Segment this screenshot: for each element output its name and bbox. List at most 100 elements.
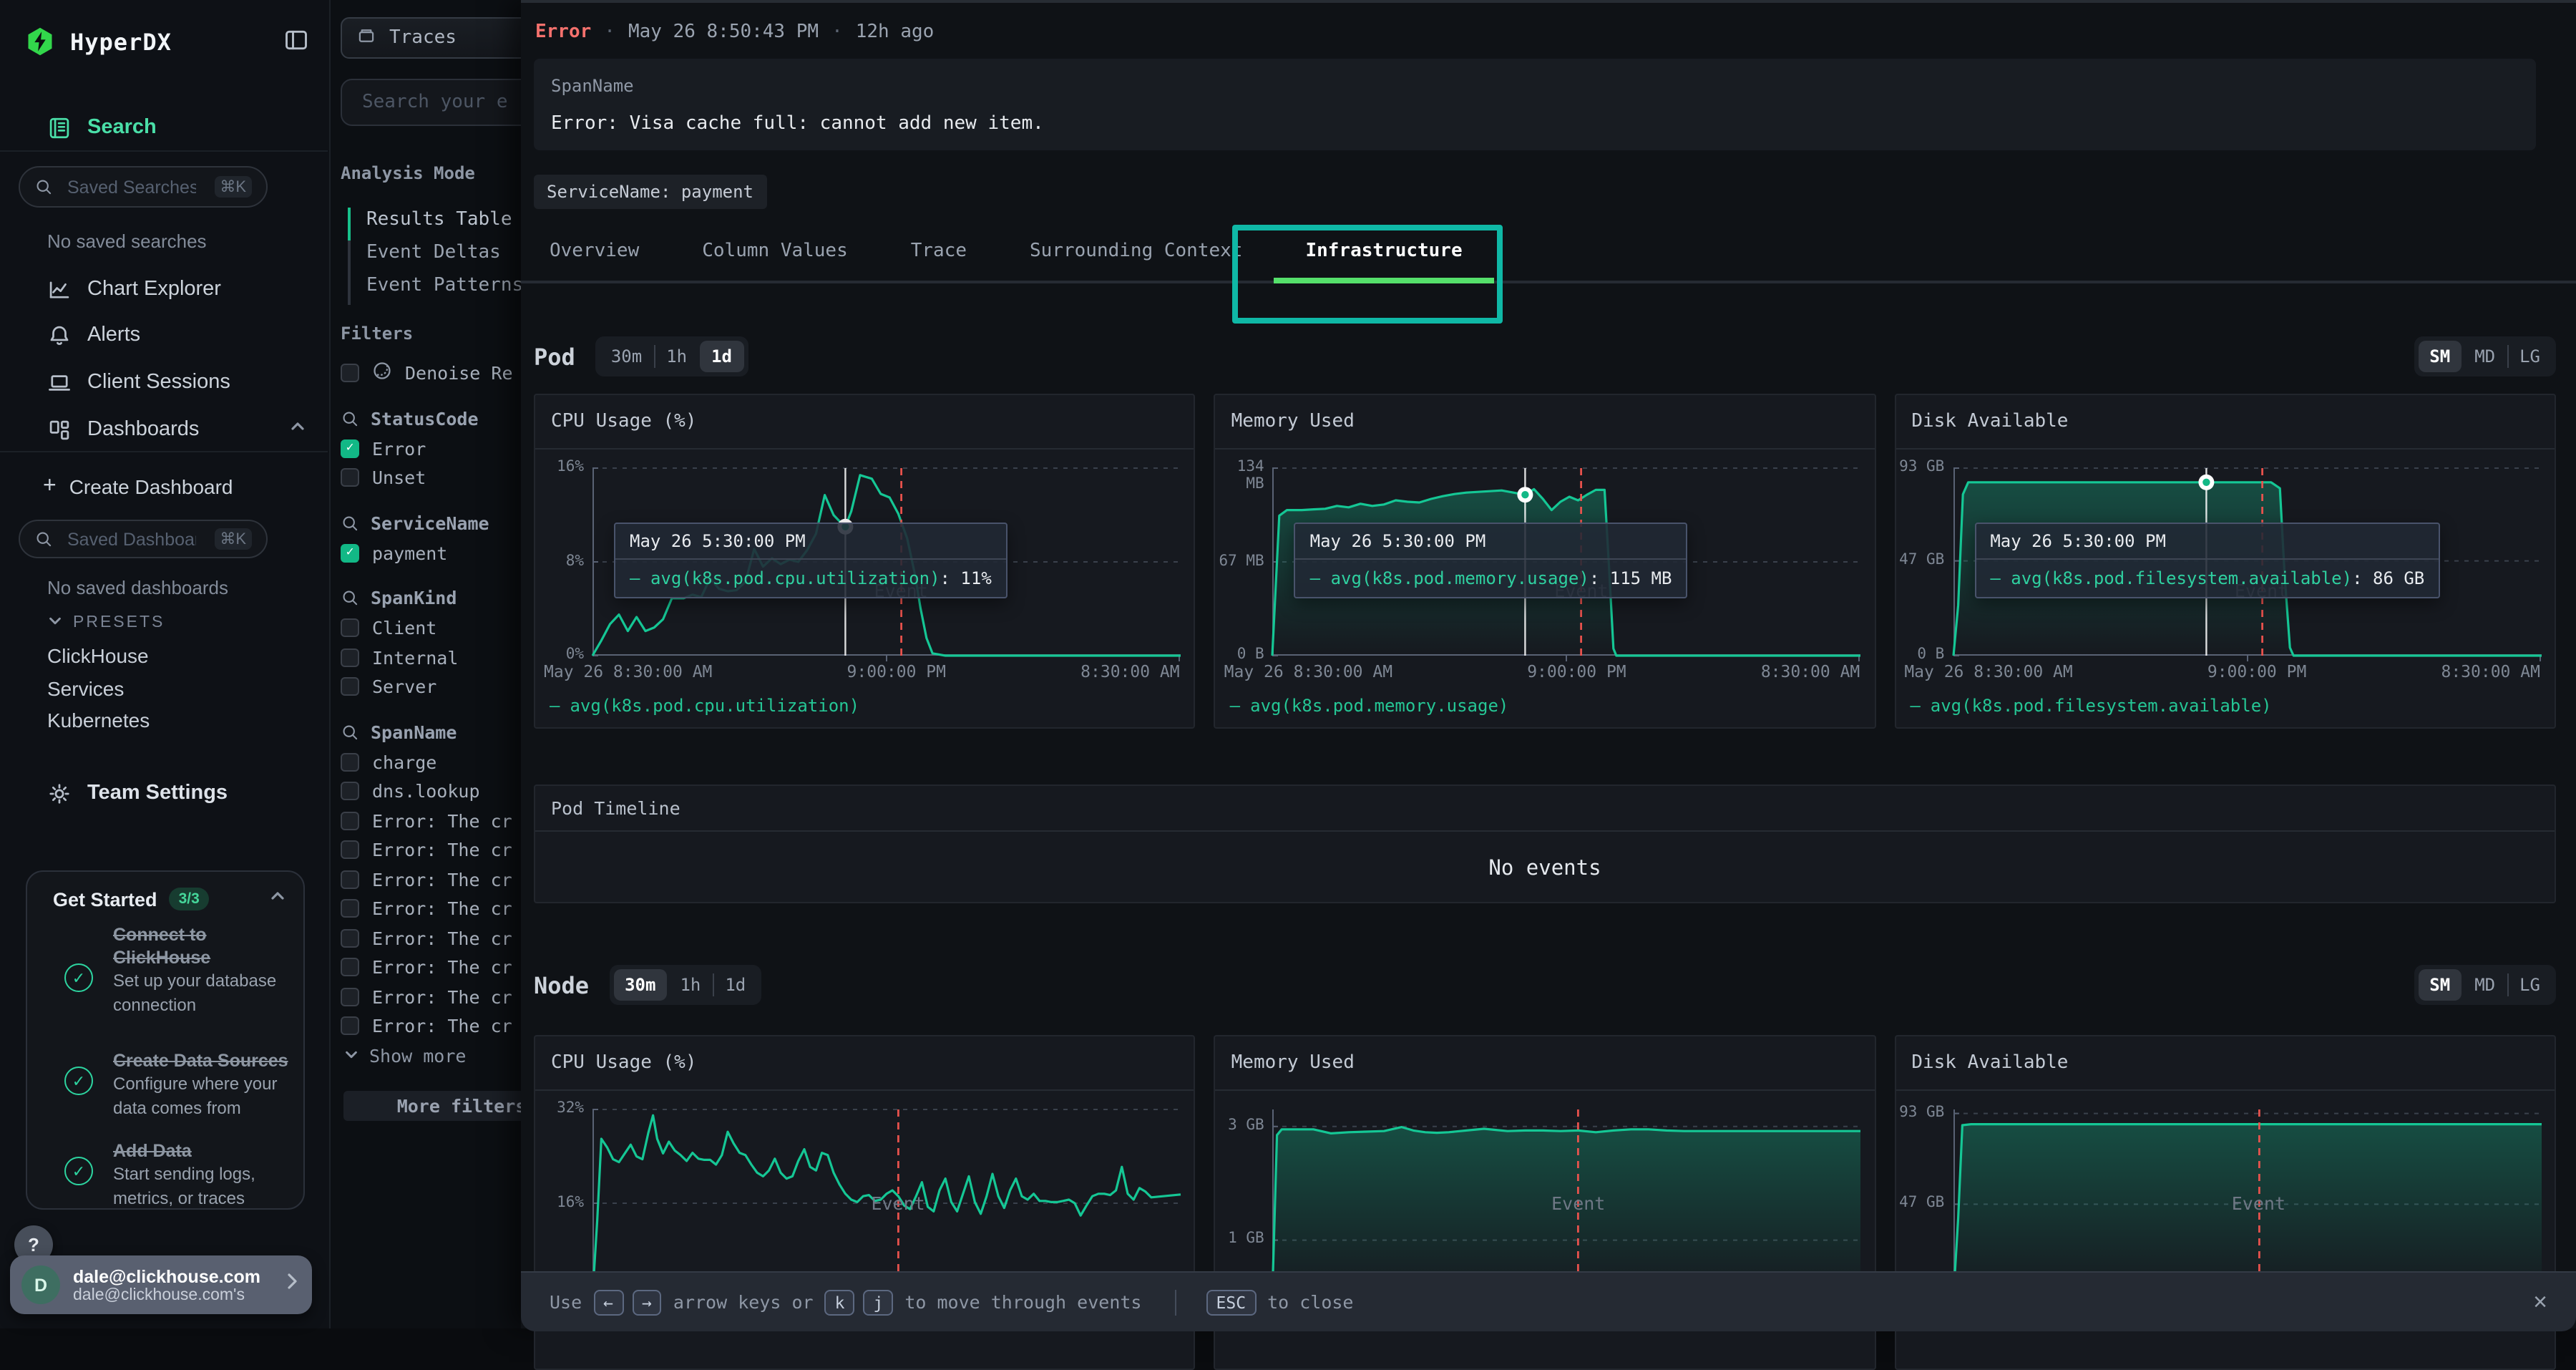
y-tick-label: 47 GB: [1896, 553, 1944, 569]
hint-close: to close: [1267, 1291, 1353, 1313]
y-axis-labels: 93 GB47 GB: [1896, 1109, 1948, 1297]
y-tick-label: 16%: [535, 460, 584, 476]
checkbox[interactable]: [341, 870, 359, 889]
filter-option-label: Error: The cr: [372, 957, 512, 978]
chart-plot[interactable]: Event May 26 5:30:00 PM — avg(k8s.pod.fi…: [1953, 468, 2541, 656]
sidebar-item-team-settings[interactable]: Team Settings: [0, 774, 329, 812]
saved-dashboards-input[interactable]: ⌘K: [19, 520, 268, 558]
tooltip-series: avg(k8s.pod.filesystem.available): [2011, 568, 2352, 588]
y-axis-labels: 16%8%0%: [535, 468, 588, 656]
service-name-chip[interactable]: ServiceName: payment: [534, 175, 766, 209]
pod-size-switch: SM MD LG: [2414, 336, 2556, 376]
y-tick-label: 32%: [535, 1101, 584, 1117]
checkbox[interactable]: [341, 841, 359, 860]
sidebar-item-dashboards[interactable]: Dashboards: [0, 411, 329, 448]
chart-plot[interactable]: Event —: [1273, 1109, 1861, 1297]
gs-item-title: Add Data: [113, 1140, 305, 1162]
y-tick-label: 3 GB: [1216, 1118, 1264, 1135]
checkbox[interactable]: [341, 678, 359, 696]
y-axis-labels: 3 GB1 GB: [1216, 1109, 1269, 1297]
user-menu[interactable]: D dale@clickhouse.com dale@clickhouse.co…: [10, 1255, 312, 1314]
filter-option-label: Error: The cr: [372, 840, 512, 861]
chart-plot[interactable]: Event May 26 5:30:00 PM — avg(k8s.pod.cp…: [592, 468, 1181, 656]
sidebar-item-chart-explorer[interactable]: Chart Explorer: [0, 271, 329, 308]
checkbox[interactable]: [341, 958, 359, 977]
preset-clickhouse[interactable]: ClickHouse: [47, 644, 149, 667]
checkbox[interactable]: [341, 469, 359, 487]
close-icon[interactable]: ×: [2533, 1288, 2547, 1316]
get-started-item[interactable]: Connect to ClickHouse Set up your databa…: [113, 923, 305, 1016]
denoise-label: Denoise Re: [405, 362, 513, 384]
saved-dashboards-field[interactable]: [64, 528, 199, 550]
mode-results-table[interactable]: Results Table: [366, 209, 512, 230]
checkbox[interactable]: ✓: [341, 544, 359, 563]
checkbox[interactable]: [341, 988, 359, 1006]
size-lg[interactable]: LG: [2508, 969, 2552, 1001]
checkbox[interactable]: [341, 929, 359, 948]
checkbox[interactable]: [341, 1017, 359, 1036]
size-sm[interactable]: SM: [2418, 969, 2462, 1001]
source-value: Traces: [389, 27, 457, 49]
chevron-down-icon: [343, 1045, 359, 1067]
user-org: dale@clickhouse.com's: [73, 1286, 260, 1303]
preset-kubernetes[interactable]: Kubernetes: [47, 709, 150, 732]
sidebar-collapse-icon[interactable]: [283, 27, 309, 60]
y-axis-labels: 32%16%: [535, 1109, 588, 1297]
chart-plot[interactable]: Event —: [592, 1109, 1181, 1297]
tab-column-values[interactable]: Column Values: [702, 240, 848, 261]
brand: HyperDX: [24, 23, 309, 60]
chart-plot[interactable]: Event —: [1953, 1109, 2541, 1297]
sidebar-item-label: Alerts: [87, 324, 140, 346]
show-more-button[interactable]: Show more: [343, 1045, 466, 1067]
sidebar-item-alerts[interactable]: Alerts: [0, 316, 329, 354]
saved-searches-field[interactable]: [64, 175, 199, 198]
get-started-item[interactable]: Add Data Start sending logs, metrics, or…: [113, 1140, 305, 1210]
tab-infrastructure[interactable]: Infrastructure: [1305, 240, 1462, 261]
range-1h[interactable]: 1h: [655, 341, 698, 372]
size-lg[interactable]: LG: [2508, 341, 2552, 372]
range-30m[interactable]: 30m: [613, 969, 667, 1001]
presets-toggle[interactable]: PRESETS: [47, 613, 165, 633]
size-md[interactable]: MD: [2463, 969, 2507, 1001]
chart-plot[interactable]: Event May 26 5:30:00 PM — avg(k8s.pod.me…: [1273, 468, 1861, 656]
range-30m[interactable]: 30m: [600, 341, 653, 372]
chevron-up-icon: [289, 418, 306, 441]
filter-option-label: Error: The cr: [372, 810, 512, 832]
preset-services[interactable]: Services: [47, 677, 124, 700]
checkbox[interactable]: [341, 648, 359, 667]
filter-option-label: Error: The cr: [372, 898, 512, 920]
chevron-up-icon[interactable]: [269, 886, 286, 912]
create-dashboard-button[interactable]: + Create Dashboard: [0, 468, 329, 505]
chart-explorer-icon: [47, 277, 72, 301]
size-sm[interactable]: SM: [2418, 341, 2462, 372]
range-1d[interactable]: 1d: [700, 341, 743, 372]
checkbox[interactable]: [341, 812, 359, 830]
event-marker-label: Event: [871, 1192, 924, 1214]
chart-title: Memory Used: [1231, 1052, 1355, 1074]
chart-title: CPU Usage (%): [551, 1052, 697, 1074]
checkbox[interactable]: [341, 900, 359, 918]
sidebar-item-search[interactable]: Search: [0, 109, 329, 146]
key-k: k: [825, 1289, 855, 1315]
size-md[interactable]: MD: [2463, 341, 2507, 372]
y-tick-label: 93 GB: [1896, 460, 1944, 476]
filter-option-label: Client: [372, 618, 436, 639]
denoise-checkbox[interactable]: [341, 364, 359, 382]
sidebar-item-client-sessions[interactable]: Client Sessions: [0, 364, 329, 401]
tab-surrounding-context[interactable]: Surrounding Context: [1030, 240, 1242, 261]
checkbox[interactable]: [341, 619, 359, 638]
checkbox[interactable]: [341, 753, 359, 772]
range-1h[interactable]: 1h: [668, 969, 712, 1001]
shortc​ut-badge: ⌘K: [214, 176, 252, 198]
analysis-mode-track: [348, 208, 351, 305]
tab-overview[interactable]: Overview: [550, 240, 639, 261]
checkbox[interactable]: ✓: [341, 439, 359, 458]
mode-event-deltas[interactable]: Event Deltas: [366, 242, 501, 263]
get-started-item[interactable]: Create Data Sources Configure where your…: [113, 1049, 305, 1119]
saved-searches-input[interactable]: ⌘K: [19, 166, 268, 208]
checkbox[interactable]: [341, 782, 359, 801]
denoise-toggle[interactable]: Denoise Re: [341, 359, 513, 387]
range-1d[interactable]: 1d: [713, 969, 757, 1001]
mode-event-patterns[interactable]: Event Patterns: [366, 275, 523, 296]
tab-trace[interactable]: Trace: [911, 240, 967, 261]
